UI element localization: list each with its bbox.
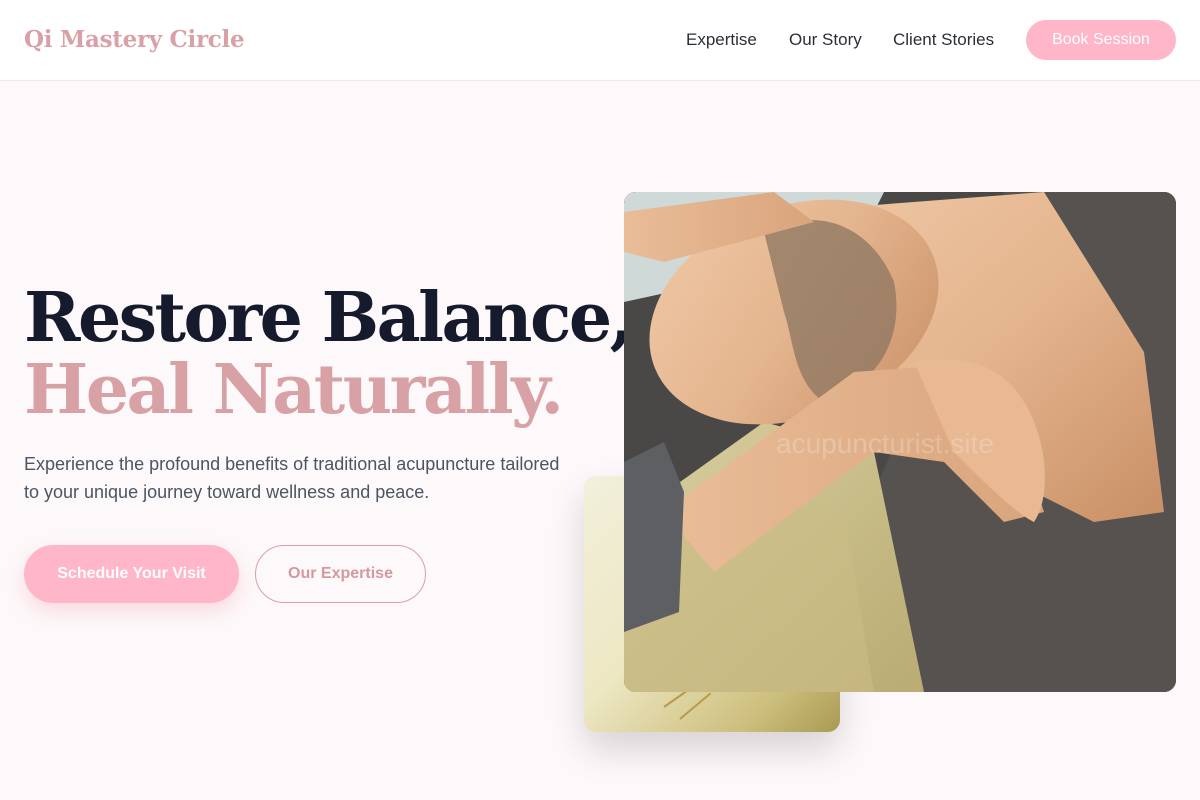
needle-shape: [679, 692, 712, 720]
hero-subtext: Experience the profound benefits of trad…: [24, 454, 560, 502]
nav-link-our-story[interactable]: Our Story: [789, 30, 862, 50]
schedule-visit-button[interactable]: Schedule Your Visit: [24, 545, 239, 603]
hero-headline-line-2: Heal Naturally.: [24, 350, 564, 430]
book-session-button[interactable]: Book Session: [1026, 20, 1176, 60]
hero-headline-line-1: Restore Balance,: [24, 278, 633, 358]
our-expertise-button[interactable]: Our Expertise: [255, 545, 426, 603]
nav-link-expertise[interactable]: Expertise: [686, 30, 757, 50]
brand-logo[interactable]: Qi Mastery Circle: [24, 26, 245, 53]
photo-watermark: acupuncturist.site: [776, 428, 994, 459]
hero-headline: Restore Balance, Heal Naturally.: [24, 278, 633, 430]
site-header: Qi Mastery Circle Expertise Our Story Cl…: [0, 0, 1200, 81]
nav-link-client-stories[interactable]: Client Stories: [893, 30, 994, 50]
